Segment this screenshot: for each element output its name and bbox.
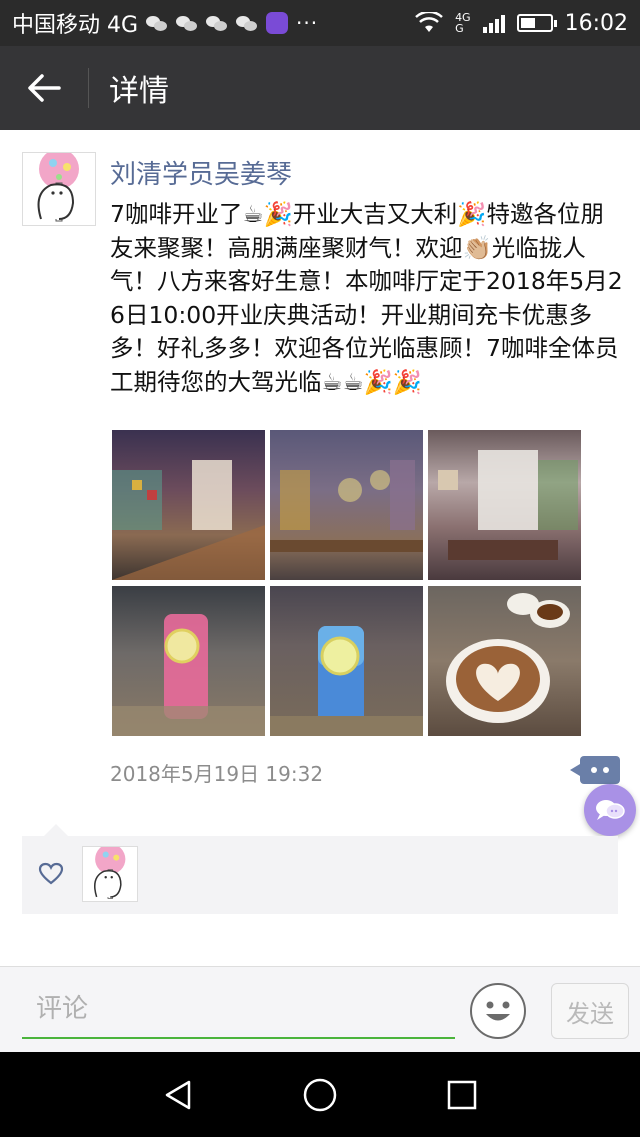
- comment-bar: 发送: [0, 966, 640, 1052]
- system-recent-button[interactable]: [391, 1052, 533, 1137]
- system-navigation-bar: [0, 1052, 640, 1137]
- post-photo[interactable]: [270, 586, 423, 736]
- smiley-icon: [486, 1001, 510, 1021]
- more-notifications-icon: ···: [296, 11, 319, 35]
- cafe-seating-image: [270, 460, 423, 552]
- pink-drink-image: [112, 614, 265, 736]
- square-recent-icon: [447, 1080, 477, 1109]
- wechat-notification-icon: [146, 14, 168, 32]
- circle-home-icon: [303, 1078, 337, 1111]
- post-photo[interactable]: [428, 586, 581, 736]
- cafe-window-image: [438, 450, 578, 560]
- post-photo[interactable]: [112, 586, 265, 736]
- heart-icon: [38, 862, 64, 885]
- status-time: 16:02: [564, 10, 628, 36]
- avatar-image: [83, 847, 137, 901]
- status-bar: 中国移动 4G ··· 4G G 16:02: [0, 0, 640, 46]
- arrow-left-icon: [28, 74, 61, 102]
- wifi-icon: [415, 12, 443, 32]
- photo-grid: [112, 430, 582, 738]
- nav-divider: [88, 68, 89, 108]
- cafe-interior-image: [112, 460, 265, 580]
- latte-art-image: [446, 593, 570, 723]
- network-type-bottom: G: [455, 22, 464, 35]
- battery-icon: [516, 14, 557, 32]
- comment-dot: [591, 767, 597, 773]
- page-title: 详情: [109, 74, 169, 109]
- signal-icon: [482, 13, 505, 33]
- comment-input[interactable]: [22, 981, 455, 1039]
- post-photo[interactable]: [428, 430, 581, 580]
- wechat-notification-icon: [176, 14, 198, 32]
- avatar-image: [23, 153, 95, 225]
- post-text: 7咖啡开业了☕🎉开业大吉又大利🎉特邀各位朋友来聚聚！高朋满座聚财气！欢迎👏🏼光临…: [110, 200, 623, 396]
- status-left: 中国移动 4G ···: [12, 7, 318, 39]
- floating-chat-button[interactable]: [584, 784, 636, 836]
- post-timestamp: 2018年5月19日 19:32: [110, 762, 324, 786]
- comment-dot: [603, 767, 609, 773]
- emoji-button[interactable]: [470, 983, 526, 1039]
- comment-button[interactable]: [570, 756, 620, 784]
- send-button[interactable]: 发送: [551, 983, 629, 1039]
- post-photo[interactable]: [270, 430, 423, 580]
- author-name[interactable]: 刘清学员吴姜琴: [110, 154, 292, 191]
- chat-bubble-icon: [596, 800, 625, 820]
- status-right: 4G G 16:02: [415, 11, 628, 36]
- author-avatar[interactable]: [22, 152, 96, 226]
- app-notification-icon: [266, 12, 289, 34]
- likes-section: [22, 824, 618, 914]
- wechat-notification-icon: [236, 14, 258, 32]
- wechat-notification-icon: [206, 14, 228, 32]
- triangle-back-icon: [165, 1080, 191, 1109]
- back-button[interactable]: [0, 46, 88, 130]
- system-home-button[interactable]: [249, 1052, 391, 1137]
- post-photo[interactable]: [112, 430, 265, 580]
- carrier-label: 中国移动 4G: [12, 13, 139, 38]
- nav-bar: 详情: [0, 46, 640, 130]
- network-type: 4G G: [455, 12, 471, 34]
- system-back-button[interactable]: [107, 1052, 249, 1137]
- blue-drink-image: [270, 626, 423, 736]
- liker-avatar[interactable]: [82, 846, 138, 902]
